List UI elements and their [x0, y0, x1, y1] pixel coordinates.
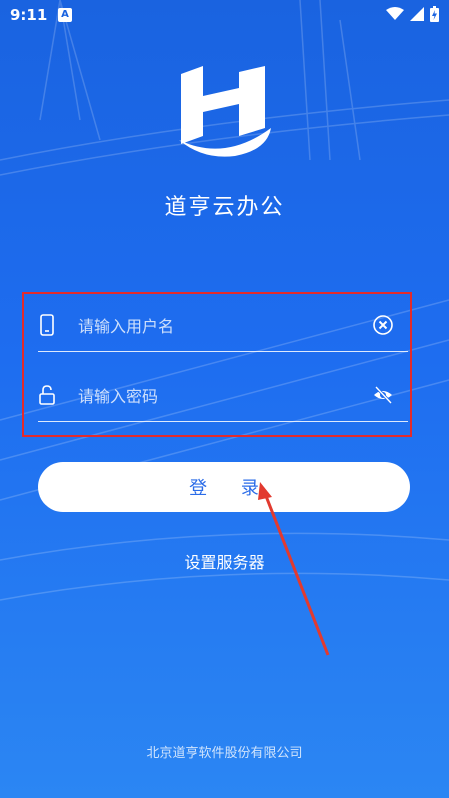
- password-field: [38, 370, 408, 422]
- password-input[interactable]: [76, 380, 360, 412]
- status-time: 9:11: [10, 6, 48, 24]
- notification-badge: A: [58, 8, 72, 22]
- signal-icon: [410, 7, 424, 21]
- phone-icon: [40, 314, 54, 336]
- status-bar: 9:11 A: [0, 0, 449, 30]
- battery-charging-icon: [430, 6, 439, 22]
- eye-off-icon[interactable]: [372, 384, 394, 406]
- username-input[interactable]: [76, 310, 360, 342]
- app-title: 道亨云办公: [164, 195, 285, 220]
- password-underline: [38, 421, 408, 422]
- lock-icon: [39, 385, 55, 405]
- app-logo: [179, 66, 271, 157]
- clear-icon[interactable]: [372, 314, 394, 336]
- username-field: [38, 300, 408, 352]
- company-footer: 北京道亨软件股份有限公司: [146, 746, 303, 761]
- login-button[interactable]: 登 录: [38, 462, 410, 512]
- username-underline: [38, 351, 408, 352]
- wifi-icon: [386, 7, 404, 20]
- server-settings-link[interactable]: 设置服务器: [0, 549, 449, 573]
- status-icons: [386, 6, 439, 22]
